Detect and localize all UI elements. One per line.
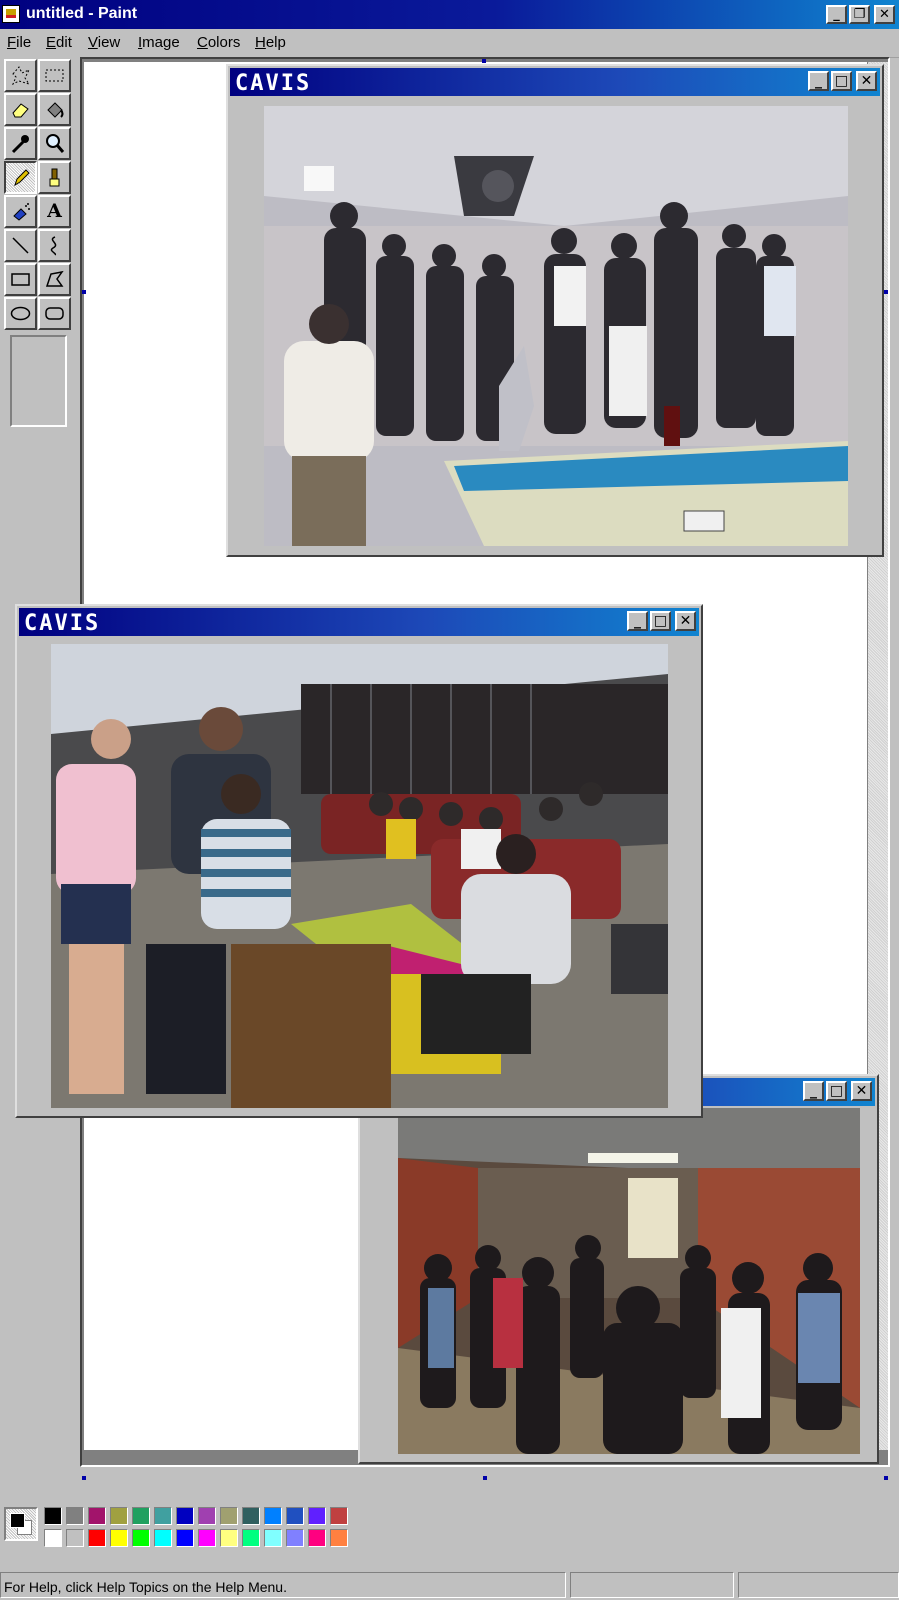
color-swatch[interactable] [264,1529,282,1547]
color-swatch[interactable] [220,1507,238,1525]
maximize-button[interactable]: □ [826,1081,847,1101]
close-button[interactable]: ✕ [856,71,877,91]
color-swatch[interactable] [132,1507,150,1525]
status-help-text: For Help, click Help Topics on the Help … [0,1572,566,1598]
paint-app-icon[interactable] [2,5,20,23]
menu-file[interactable]: File [7,34,31,51]
color-swatch[interactable] [330,1529,348,1547]
ellipse-icon[interactable] [4,297,37,330]
brush-icon[interactable] [38,161,71,194]
line-icon[interactable] [4,229,37,262]
color-swatch[interactable] [286,1507,304,1525]
airbrush-icon[interactable] [4,195,37,228]
status-size [738,1572,899,1598]
menu-edit[interactable]: Edit [46,34,72,51]
resize-handle-bottom-right[interactable] [884,1476,888,1480]
hallway-crowd-photo [398,1108,860,1454]
color-swatch[interactable] [330,1507,348,1525]
color-swatch[interactable] [132,1529,150,1547]
pick-color-icon[interactable] [4,127,37,160]
curve-icon[interactable] [38,229,71,262]
window-title-bar[interactable]: CAVIS _ □ ✕ [230,68,880,96]
status-coordinates [570,1572,734,1598]
color-swatch[interactable] [176,1529,194,1547]
maximize-button[interactable]: □ [831,71,852,91]
resize-handle-bottom[interactable] [483,1476,487,1480]
color-swatch[interactable] [66,1507,84,1525]
color-swatch[interactable] [44,1507,62,1525]
menu-bar: File Edit View Image Colors Help [0,29,899,58]
color-palette [0,1487,899,1559]
resize-handle-top[interactable] [482,59,486,63]
close-button[interactable]: ✕ [675,611,696,631]
color-swatch[interactable] [154,1507,172,1525]
free-form-select-icon[interactable] [4,59,37,92]
fill-icon[interactable] [38,93,71,126]
window-title: CAVIS [24,611,101,636]
color-swatch[interactable] [308,1507,326,1525]
status-bar: For Help, click Help Topics on the Help … [0,1570,899,1600]
menu-view[interactable]: View [88,34,120,51]
color-swatch[interactable] [88,1507,106,1525]
lounge-table-photo [51,644,668,1108]
select-icon[interactable] [38,59,71,92]
minimize-button[interactable]: _ [803,1081,824,1101]
photo-window-pool-table[interactable]: CAVIS _ □ ✕ [226,64,884,557]
eraser-icon[interactable] [4,93,37,126]
color-swatch[interactable] [264,1507,282,1525]
color-swatch[interactable] [242,1507,260,1525]
close-button[interactable]: ✕ [874,5,895,24]
pool-table-party-photo [264,106,848,546]
resize-handle-right[interactable] [884,290,888,294]
tool-options-panel[interactable] [10,335,67,427]
rectangle-icon[interactable] [4,263,37,296]
foreground-color-swatch[interactable] [10,1513,25,1528]
color-swatch[interactable] [198,1529,216,1547]
text-icon[interactable]: A [38,195,71,228]
resize-handle-bottom-left[interactable] [82,1476,86,1480]
maximize-button[interactable]: □ [650,611,671,631]
color-swatch[interactable] [176,1507,194,1525]
resize-handle-left[interactable] [82,290,86,294]
photo-window-lounge[interactable]: CAVIS _ □ ✕ [15,604,703,1118]
color-swatch[interactable] [242,1529,260,1547]
menu-image[interactable]: Image [138,34,180,51]
window-title: CAVIS [235,71,312,96]
color-swatch[interactable] [286,1529,304,1547]
color-swatch[interactable] [154,1529,172,1547]
color-swatch[interactable] [88,1529,106,1547]
color-swatch[interactable] [44,1529,62,1547]
magnifier-icon[interactable] [38,127,71,160]
restore-button[interactable]: ❐ [849,5,870,24]
polygon-icon[interactable] [38,263,71,296]
color-swatch[interactable] [66,1529,84,1547]
pencil-icon[interactable] [4,161,37,194]
minimize-button[interactable]: _ [808,71,829,91]
menu-help[interactable]: Help [255,34,286,51]
photo-window-hallway[interactable]: _ □ ✕ [358,1074,879,1464]
rounded-rectangle-icon[interactable] [38,297,71,330]
color-swatch[interactable] [308,1529,326,1547]
color-swatch[interactable] [220,1529,238,1547]
current-colors-indicator[interactable] [4,1507,38,1541]
minimize-button[interactable]: _ [627,611,648,631]
minimize-button[interactable]: _ [826,5,847,24]
window-title: untitled - Paint [26,5,138,22]
menu-colors[interactable]: Colors [197,34,240,51]
color-swatch[interactable] [110,1507,128,1525]
color-swatch[interactable] [110,1529,128,1547]
title-bar: untitled - Paint _ ❐ ✕ [0,0,899,29]
color-swatch[interactable] [198,1507,216,1525]
window-title-bar[interactable]: CAVIS _ □ ✕ [19,608,699,636]
close-button[interactable]: ✕ [851,1081,872,1101]
